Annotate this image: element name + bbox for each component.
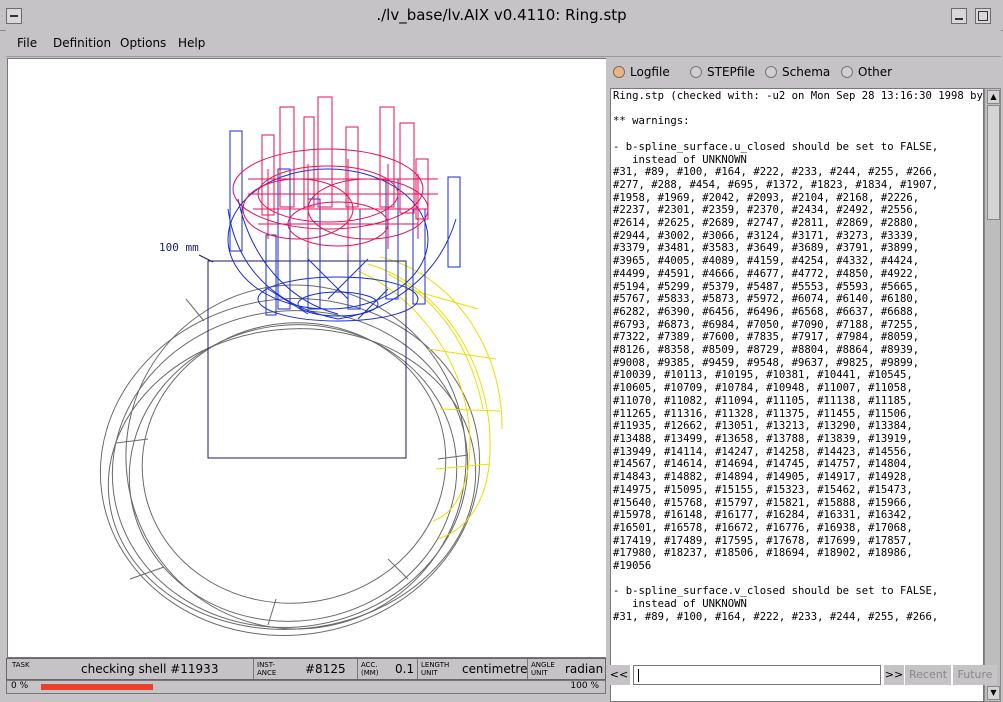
command-input[interactable] bbox=[633, 665, 881, 685]
log-panel: Logfile STEPfile Schema Other Ring.stp (… bbox=[606, 58, 1003, 702]
length-unit-label: LENGTH UNIT bbox=[421, 661, 450, 677]
tab-schema[interactable]: Schema bbox=[765, 65, 830, 79]
command-bar: << >> Recent Future bbox=[606, 662, 1003, 692]
length-unit-cell: LENGTH UNIT centimetre bbox=[417, 659, 528, 679]
status-bar: TASK checking shell #11933 INST- ANCE #8… bbox=[6, 658, 606, 680]
accuracy-value: 0.1 bbox=[395, 662, 415, 676]
menu-file[interactable]: File bbox=[17, 36, 37, 50]
progress-bar: 0 % 100 % bbox=[6, 680, 606, 694]
radio-selected-icon bbox=[613, 66, 625, 78]
next-button[interactable]: >> bbox=[884, 665, 904, 685]
minimize-icon[interactable] bbox=[951, 8, 967, 24]
title-bar: ./lv_base/lv.AIX v0.4110: Ring.stp bbox=[0, 0, 1003, 31]
tab-other[interactable]: Other bbox=[841, 65, 892, 79]
angle-unit-value: radian bbox=[565, 662, 604, 676]
scale-box bbox=[207, 260, 407, 459]
text-cursor bbox=[638, 669, 639, 682]
instance-label: INST- ANCE bbox=[257, 661, 277, 677]
instance-value: #8125 bbox=[305, 662, 346, 676]
tab-stepfile[interactable]: STEPfile bbox=[690, 65, 755, 79]
progress-fill bbox=[41, 684, 153, 690]
menu-bar: File Definition Options Help bbox=[6, 30, 1001, 57]
scroll-thumb[interactable] bbox=[987, 105, 1000, 220]
menu-definition[interactable]: Definition bbox=[53, 36, 111, 50]
instance-cell: INST- ANCE #8125 bbox=[253, 659, 358, 679]
accuracy-label: ACC. (MM) bbox=[361, 661, 379, 677]
log-scrollbar[interactable]: ▲ ▼ bbox=[984, 88, 1001, 702]
task-value: checking shell #11933 bbox=[81, 662, 219, 676]
task-cell: TASK checking shell #11933 bbox=[7, 659, 254, 679]
menu-help[interactable]: Help bbox=[178, 36, 205, 50]
window-title: ./lv_base/lv.AIX v0.4110: Ring.stp bbox=[376, 6, 627, 24]
prev-button[interactable]: << bbox=[608, 665, 630, 685]
future-button[interactable]: Future bbox=[953, 665, 997, 685]
angle-unit-label: ANGLE UNIT bbox=[531, 661, 555, 677]
radio-icon bbox=[765, 66, 777, 78]
log-text-area[interactable]: Ring.stp (checked with: -u2 on Mon Sep 2… bbox=[610, 88, 984, 702]
task-label: TASK bbox=[12, 661, 30, 669]
length-unit-value: centimetre bbox=[462, 662, 528, 676]
scroll-up-icon[interactable]: ▲ bbox=[987, 90, 1000, 104]
accuracy-cell: ACC. (MM) 0.1 bbox=[357, 659, 418, 679]
progress-end-label: 100 % bbox=[570, 681, 599, 691]
maximize-icon[interactable] bbox=[975, 8, 991, 24]
ring-wireframe: 100 mm bbox=[99, 96, 503, 636]
menu-options[interactable]: Options bbox=[120, 36, 166, 50]
3d-viewport[interactable]: 100 mm bbox=[7, 58, 608, 658]
recent-button[interactable]: Recent bbox=[905, 665, 951, 685]
log-text: Ring.stp (checked with: -u2 on Mon Sep 2… bbox=[613, 90, 983, 623]
radio-icon bbox=[841, 66, 853, 78]
tab-logfile[interactable]: Logfile bbox=[613, 65, 670, 79]
radio-icon bbox=[690, 66, 702, 78]
angle-unit-cell: ANGLE UNIT radian bbox=[527, 659, 605, 679]
progress-start-label: 0 % bbox=[11, 681, 29, 691]
scale-label: 100 mm bbox=[159, 241, 199, 254]
